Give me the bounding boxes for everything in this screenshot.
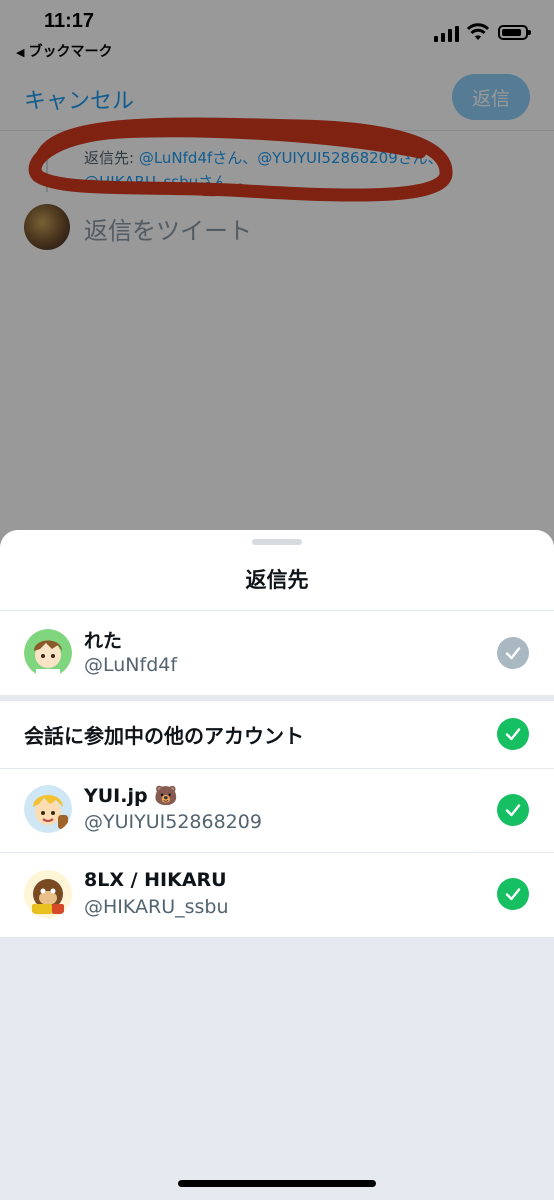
home-indicator[interactable] — [178, 1180, 376, 1187]
sheet-header: 返信先 — [0, 530, 554, 611]
account-handle: @YUIYUI52868209 — [84, 811, 262, 833]
account-name: YUI.jp 🐻 — [84, 785, 178, 807]
checkmark-icon[interactable] — [497, 878, 529, 910]
account-name: れた — [84, 630, 123, 652]
account-handle: @LuNfd4f — [84, 654, 178, 676]
checkmark-icon[interactable] — [497, 794, 529, 826]
avatar — [24, 870, 72, 918]
account-name: 8LX / HIKARU — [84, 869, 227, 891]
sheet-title: 返信先 — [245, 568, 309, 592]
avatar — [24, 785, 72, 833]
account-handle: @HIKARU_ssbu — [84, 896, 229, 918]
avatar — [24, 629, 72, 677]
list-item[interactable]: 8LX / HIKARU @HIKARU_ssbu — [0, 853, 554, 937]
primary-account-row[interactable]: れた @LuNfd4f — [0, 611, 554, 695]
checkmark-icon[interactable] — [497, 637, 529, 669]
group-label: 会話に参加中の他のアカウント — [24, 724, 304, 748]
reply-to-sheet: 返信先 れた @LuNfd4f 会話に参加中の他のアカウント YUI.jp 🐻 … — [0, 530, 554, 1200]
list-item[interactable]: YUI.jp 🐻 @YUIYUI52868209 — [0, 769, 554, 852]
other-accounts-group-row[interactable]: 会話に参加中の他のアカウント — [0, 701, 554, 768]
sheet-grabber[interactable] — [252, 539, 302, 545]
divider — [0, 937, 554, 938]
checkmark-icon[interactable] — [497, 718, 529, 750]
